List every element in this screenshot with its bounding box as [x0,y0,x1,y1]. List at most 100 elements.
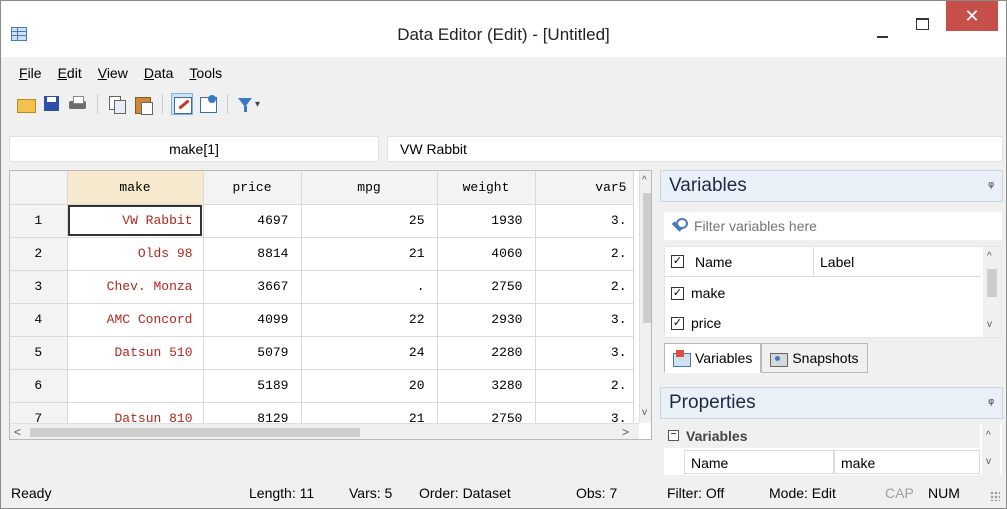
cell-var5[interactable]: 2. [535,270,634,304]
cell-var5[interactable]: 3. [535,336,634,370]
column-header-mpg[interactable]: mpg [301,171,438,205]
cell-mpg[interactable]: 20 [301,369,438,403]
menu-file[interactable]: File [11,63,50,85]
cell-price[interactable]: 4099 [203,303,302,337]
cell-value-input[interactable]: VW Rabbit [387,136,1003,162]
scroll-thumb[interactable] [987,269,997,297]
variable-name: price [691,315,722,331]
variable-filter [664,212,1002,240]
maximize-button[interactable] [907,11,937,37]
scroll-down-icon[interactable]: v [987,319,992,330]
scroll-up-icon[interactable]: ^ [986,430,991,441]
row-number[interactable]: 5 [10,336,68,370]
resize-grip-icon[interactable] [990,491,1000,501]
scroll-down-icon[interactable]: v [986,456,991,467]
grid-vertical-scrollbar[interactable]: ^ v [639,171,651,423]
snapshots-tab-icon [770,350,789,367]
pin-icon[interactable]: ᵠ [988,388,994,418]
row-number[interactable]: 4 [10,303,68,337]
cell-make[interactable] [67,369,204,403]
properties-scrollbar[interactable]: ^ v [982,424,1000,475]
menu-edit[interactable]: Edit [50,63,90,85]
cell-make[interactable]: Datsun 510 [67,336,204,370]
copy-icon[interactable] [106,93,128,115]
row-number[interactable]: 1 [10,204,68,238]
print-icon[interactable] [67,93,89,115]
cell-mpg[interactable]: 22 [301,303,438,337]
edit-mode-icon[interactable] [171,93,193,115]
scroll-up-icon[interactable]: ^ [987,251,992,262]
cell-price[interactable]: 3667 [203,270,302,304]
scroll-up-icon[interactable]: ^ [642,175,647,186]
filter-dropdown-icon[interactable]: ▾ [255,99,260,110]
row-number[interactable]: 2 [10,237,68,271]
minimize-button[interactable] [868,21,898,47]
scroll-left-icon[interactable]: < [14,425,21,439]
list-item[interactable]: ✓ price [665,309,981,339]
cell-mpg[interactable]: 21 [301,237,438,271]
scroll-thumb[interactable] [643,193,651,323]
menu-data[interactable]: Data [136,63,182,85]
tab-variables[interactable]: Variables [664,343,762,373]
cell-make[interactable]: Chev. Monza [67,270,204,304]
column-header-weight[interactable]: weight [437,171,536,205]
cell-var5[interactable]: 2. [535,237,634,271]
status-vars: Vars: 5 [349,485,393,501]
scroll-right-icon[interactable]: > [622,425,629,439]
pin-icon[interactable]: ᵠ [988,171,994,201]
menu-tools[interactable]: Tools [181,63,230,85]
label-column-header[interactable]: Label [820,254,854,270]
cell-var5[interactable]: 3. [535,204,634,238]
variable-checkbox[interactable]: ✓ [671,287,684,300]
cell-weight[interactable]: 4060 [437,237,536,271]
cell-make[interactable]: VW Rabbit [67,204,204,238]
cell-price[interactable]: 5079 [203,336,302,370]
tab-snapshots[interactable]: Snapshots [761,343,868,373]
cell-mpg[interactable]: . [301,270,438,304]
cell-weight[interactable]: 2280 [437,336,536,370]
cell-var5[interactable]: 3. [535,303,634,337]
cell-weight[interactable]: 2930 [437,303,536,337]
cell-price[interactable]: 5189 [203,369,302,403]
grid-horizontal-scrollbar[interactable]: < > [10,423,639,439]
open-icon[interactable] [15,93,37,115]
table-row: 5 Datsun 510 5079 24 2280 3. [10,336,634,370]
property-value[interactable]: make [834,450,980,474]
row-number[interactable]: 6 [10,369,68,403]
cell-make[interactable]: Olds 98 [67,237,204,271]
column-header-var5[interactable]: var5 [535,171,634,205]
name-column-header[interactable]: Name [695,254,732,270]
properties-group-variables[interactable]: − Variables [664,424,980,448]
close-button[interactable]: ✕ [946,1,998,31]
cell-mpg[interactable]: 24 [301,336,438,370]
property-row[interactable]: Name make [664,450,980,474]
filter-icon[interactable] [236,93,254,115]
cell-price[interactable]: 4697 [203,204,302,238]
cell-weight[interactable]: 1930 [437,204,536,238]
grid-corner[interactable] [10,171,68,205]
cell-weight[interactable]: 2750 [437,270,536,304]
variable-checkbox[interactable]: ✓ [671,317,684,330]
wrench-icon[interactable] [670,218,688,232]
scroll-down-icon[interactable]: v [642,407,647,418]
scroll-thumb[interactable] [30,428,360,437]
save-icon[interactable] [41,93,63,115]
list-item[interactable]: ✓ make [665,279,981,309]
paste-icon[interactable] [132,93,154,115]
title-bar: Data Editor (Edit) - [Untitled] ✕ [1,1,1006,57]
menu-view[interactable]: View [90,63,136,85]
cell-mpg[interactable]: 25 [301,204,438,238]
column-divider[interactable] [813,247,814,277]
cell-price[interactable]: 8814 [203,237,302,271]
variables-list-scrollbar[interactable]: ^ v [983,247,1001,337]
column-header-make[interactable]: make [67,171,204,205]
filter-variables-input[interactable] [694,215,994,237]
row-number[interactable]: 3 [10,270,68,304]
browse-mode-icon[interactable] [197,93,219,115]
cell-weight[interactable]: 3280 [437,369,536,403]
select-all-checkbox[interactable]: ✓ [671,255,684,268]
collapse-icon[interactable]: − [668,430,679,441]
cell-var5[interactable]: 2. [535,369,634,403]
column-header-price[interactable]: price [203,171,302,205]
cell-make[interactable]: AMC Concord [67,303,204,337]
